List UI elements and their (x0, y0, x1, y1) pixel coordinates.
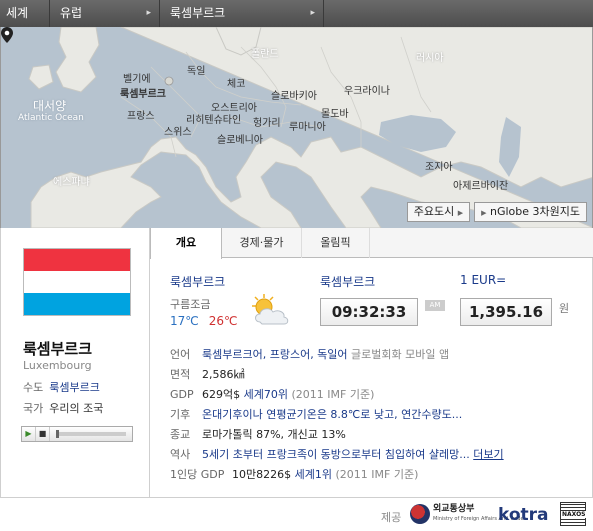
capital-row: 수도 룩셈부르크 (23, 379, 100, 395)
play-icon[interactable]: ▶ (22, 427, 36, 441)
map-label-belgium: 벨기에 (123, 74, 151, 85)
temp-low: 17℃ (170, 314, 199, 328)
partly-cloudy-icon (252, 294, 289, 325)
country-name-en: Luxembourg (23, 359, 92, 372)
stop-icon[interactable]: ■ (36, 427, 50, 441)
mofa-emblem-icon (410, 504, 430, 524)
map-label-romania: 루마니아 (289, 122, 326, 133)
capital-link[interactable]: 룩셈부르크 (49, 381, 100, 394)
map-label-poland: 폴란드 (251, 49, 279, 60)
tab-overview[interactable]: 개요 (150, 228, 222, 259)
map-label-slovenia: 슬로베니아 (217, 135, 263, 146)
map-label-france: 프랑스 (127, 111, 155, 122)
europe-map[interactable]: 대서양 Atlantic Ocean 폴란드 러시아 벨기에 독일 룩셈부르크 … (0, 27, 593, 228)
kotra-logo[interactable]: kotra (498, 505, 549, 525)
map-label-czech: 체코 (227, 79, 246, 90)
map-label-azerbaijan: 아제르바이잔 (453, 181, 509, 192)
language-link[interactable]: 룩셈부르크어, 프랑스어, 독일어 (202, 348, 348, 361)
player-progress-track[interactable] (56, 430, 126, 438)
country-name: 룩셈부르크 (23, 340, 93, 358)
tab-olympics[interactable]: 올림픽 (302, 228, 370, 258)
info-language: 언어 룩셈부르크어, 프랑스어, 독일어 글로벌회화 모바일 앱 (170, 348, 450, 361)
flag-stripe-blue (24, 292, 130, 315)
arrow-right-icon: ▶ (481, 209, 487, 217)
exchange-rate-display: 1,395.16 (460, 298, 552, 326)
breadcrumb-world[interactable]: 세계 (0, 0, 50, 27)
info-climate: 기후 온대기후이나 연평균기온은 8.8℃로 낮고, 연간수량도... (170, 408, 463, 421)
map-label-luxembourg: 룩셈부르크 (120, 89, 166, 100)
more-link[interactable]: 더보기 (473, 448, 503, 461)
ampm-indicator: AM (425, 300, 445, 311)
map-label-switzerland: 스위스 (164, 127, 192, 138)
breadcrumb: 세계 유럽 ▸ 룩셈부르크 ▸ (0, 0, 593, 27)
currency-unit: 원 (559, 302, 570, 315)
map-label-georgia: 조지아 (425, 162, 453, 173)
anthem-label: 국가 (23, 402, 44, 415)
capital-label: 수도 (23, 381, 44, 394)
major-cities-button[interactable]: 주요도시 ▶ (406, 202, 471, 222)
map-label-atlantic: 대서양 (33, 99, 67, 113)
map-label-liechtenstein: 리히텐슈타인 (186, 115, 242, 126)
history-link[interactable]: 5세기 초부터 프랑크족이 동방으로부터 침입하여 샬레망... (202, 448, 470, 461)
country-summary-panel: 룩셈부르크 Luxembourg 수도 룩셈부르크 국가 우리의 조국 ▶ ■ (0, 228, 150, 498)
tab-bar: 개요 경제·물가 올림픽 (150, 228, 593, 259)
map-label-hungary: 헝가리 (253, 118, 281, 129)
footer: 제공 외교통상부 Ministry of Foreign Affairs And … (0, 498, 593, 531)
gdp-rank-link[interactable]: 세계70위 (244, 388, 288, 401)
weather-description: 구름조금 (170, 298, 211, 311)
info-gdp: GDP 629억$ 세계70위 (2011 IMF 기준) (170, 388, 375, 401)
gdp-per-capita-rank-link[interactable]: 세계1위 (295, 468, 332, 481)
exchange-rate-label[interactable]: 1 EUR= (460, 273, 506, 287)
anthem-row: 국가 우리의 조국 (23, 400, 103, 416)
map-label-spain: 에스파냐 (53, 177, 90, 188)
climate-link[interactable]: 온대기후이나 연평균기온은 8.8℃로 낮고, 연간수량도... (202, 408, 462, 421)
nglobe-3d-map-button[interactable]: ▶ nGlobe 3차원지도 (474, 202, 587, 222)
country-detail-panel: 개요 경제·물가 올림픽 룩셈부르크 구름조금 17℃ 26℃ 룩셈부르크 09:… (150, 228, 593, 498)
map-controls: 주요도시 ▶ ▶ nGlobe 3차원지도 (406, 202, 587, 222)
breadcrumb-country-dropdown[interactable]: 룩셈부르크 ▸ (160, 0, 324, 27)
info-religion: 종교 로마가톨릭 87%, 개신교 13% (170, 428, 346, 441)
location-pin-icon (1, 27, 13, 43)
info-gdp-per-capita: 1인당 GDP 10만8226$ 세계1위 (2011 IMF 기준) (170, 468, 419, 481)
provided-by-label: 제공 (381, 511, 402, 524)
map-label-germany: 독일 (187, 66, 206, 77)
map-label-atlantic-en: Atlantic Ocean (18, 113, 84, 123)
flag-stripe-red (24, 249, 130, 271)
anthem-player: ▶ ■ (21, 426, 133, 442)
temp-high: 26℃ (208, 314, 238, 328)
breadcrumb-region-dropdown[interactable]: 유럽 ▸ (50, 0, 160, 27)
weather-city[interactable]: 룩셈부르크 (170, 273, 225, 290)
tab-economy[interactable]: 경제·물가 (222, 228, 302, 258)
global-conversation-app-link[interactable]: 글로벌회화 모바일 앱 (351, 348, 449, 361)
luxembourg-flag (23, 248, 131, 316)
local-time-display: 09:32:33 (320, 298, 418, 326)
anthem-name: 우리의 조국 (49, 402, 104, 415)
arrow-right-icon: ▶ (457, 209, 464, 217)
flag-stripe-white (24, 270, 130, 293)
dropdown-arrow-icon: ▸ (146, 8, 151, 18)
map-label-russia: 러시아 (416, 53, 444, 64)
info-history: 역사 5세기 초부터 프랑크족이 동방으로부터 침입하여 샬레망... 더보기 (170, 448, 504, 461)
dropdown-arrow-icon: ▸ (310, 8, 315, 18)
weather-temps: 17℃ 26℃ (170, 314, 238, 328)
map-label-slovakia: 슬로바키아 (271, 91, 317, 102)
map-label-ukraine: 우크라이나 (344, 86, 390, 97)
time-city[interactable]: 룩셈부르크 (320, 273, 375, 290)
info-area: 면적 2,586㎢ (170, 368, 245, 381)
naxos-logo[interactable]: NAXOS (560, 502, 587, 526)
